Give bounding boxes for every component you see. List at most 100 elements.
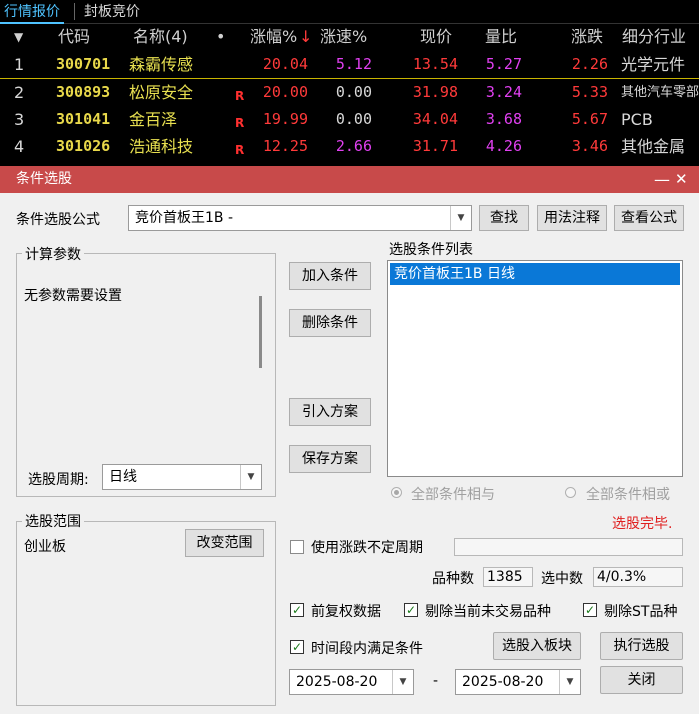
industry: 其他金属 (621, 137, 686, 156)
price: 34.04 (412, 110, 458, 128)
industry: 其他汽车零部 (621, 85, 699, 100)
formula-value: 竞价首板王1B - (135, 210, 234, 226)
period-value: 日线 (109, 469, 137, 485)
condition-list-label: 选股条件列表 (389, 242, 473, 258)
radio-or[interactable] (565, 487, 576, 498)
stock-name: 金百泽 (129, 110, 178, 129)
range-legend: 选股范围 (22, 511, 84, 531)
execute-screen-button[interactable]: 执行选股 (600, 632, 683, 660)
header-up-down[interactable]: 涨跌 (571, 24, 603, 50)
quote-row[interactable]: 3 301041 金百泽 R 19.99 0.00 34.04 3.68 5.6… (0, 106, 699, 133)
formula-label: 条件选股公式 (16, 212, 100, 228)
change-pct: 20.00 (262, 83, 308, 101)
header-dot: • (216, 27, 226, 46)
header-speed-pct[interactable]: 涨速% (320, 24, 367, 50)
exclude-st-label: 剔除ST品种 (604, 604, 678, 620)
add-condition-button[interactable]: 加入条件 (289, 262, 371, 290)
header-change-pct[interactable]: 涨幅% (250, 24, 297, 50)
status-text: 选股完毕. (612, 516, 673, 532)
save-to-block-button[interactable]: 选股入板块 (493, 632, 581, 660)
sort-menu-icon[interactable]: ▼ (14, 24, 23, 50)
exclude-untraded-checkbox[interactable]: ✓ (404, 603, 418, 617)
industry: PCB (621, 110, 653, 129)
market-tabs: 行情报价 封板竞价 (0, 0, 699, 24)
price: 31.71 (412, 137, 458, 155)
header-volume-ratio[interactable]: 量比 (485, 24, 517, 50)
speed-pct: 0.00 (335, 110, 372, 128)
range-value: 创业板 (24, 539, 66, 555)
selected-value: 4/0.3% (593, 567, 683, 587)
sort-desc-icon: ↓ (299, 27, 313, 46)
header-price[interactable]: 现价 (420, 24, 452, 50)
tab-market-quotes[interactable]: 行情报价 (0, 2, 64, 24)
tab-limit-auction[interactable]: 封板竞价 (80, 2, 144, 22)
volume-ratio: 3.24 (485, 83, 522, 101)
uncertain-period-checkbox[interactable] (290, 540, 304, 554)
change-range-button[interactable]: 改变范围 (185, 529, 264, 557)
uncertain-period-input[interactable] (454, 538, 683, 556)
time-range-checkbox[interactable]: ✓ (290, 640, 304, 654)
close-button[interactable]: 关闭 (600, 666, 683, 694)
period-label: 选股周期: (28, 472, 89, 488)
radio-and[interactable] (391, 487, 402, 498)
stock-code: 301041 (56, 110, 111, 128)
list-item[interactable]: 竞价首板王1B 日线 (390, 263, 680, 285)
uncertain-period-label: 使用涨跌不定周期 (311, 540, 423, 556)
save-scheme-button[interactable]: 保存方案 (289, 445, 371, 473)
minimize-icon[interactable]: — (654, 166, 670, 193)
stock-name: 森霸传感 (129, 55, 194, 74)
selected-label: 选中数 (541, 571, 583, 587)
import-scheme-button[interactable]: 引入方案 (289, 398, 371, 426)
price: 13.54 (412, 55, 458, 73)
change-pct: 12.25 (262, 137, 308, 155)
view-formula-button[interactable]: 查看公式 (614, 205, 684, 231)
pre-adjust-checkbox[interactable]: ✓ (290, 603, 304, 617)
change-pct: 19.99 (262, 110, 308, 128)
condition-list[interactable]: 竞价首板王1B 日线 (387, 260, 683, 477)
condition-screener-dialog: 条件选股 — ✕ 条件选股公式 竞价首板王1B - ▼ 查找 用法注释 查看公式… (0, 166, 699, 714)
chevron-down-icon[interactable]: ▼ (240, 465, 261, 489)
formula-select[interactable]: 竞价首板王1B - ▼ (128, 205, 472, 231)
industry: 光学元件 (621, 55, 686, 74)
change-pct: 20.04 (262, 55, 308, 73)
dialog-title: 条件选股 (16, 171, 72, 187)
stock-code: 300893 (56, 83, 111, 101)
header-code[interactable]: 代码 (58, 24, 90, 50)
chevron-down-icon[interactable]: ▼ (559, 670, 580, 694)
header-industry[interactable]: 细分行业 (622, 24, 686, 50)
chevron-down-icon[interactable]: ▼ (392, 670, 413, 694)
params-scrollbar[interactable] (259, 296, 262, 368)
row-index: 1 (14, 55, 25, 74)
volume-ratio: 4.26 (485, 137, 522, 155)
speed-pct: 5.12 (335, 55, 372, 73)
price: 31.98 (412, 83, 458, 101)
params-text: 无参数需要设置 (24, 288, 122, 304)
quote-row[interactable]: 4 301026 浩通科技 R 12.25 2.66 31.71 4.26 3.… (0, 133, 699, 160)
date-to-picker[interactable]: 2025-08-20 ▼ (455, 669, 581, 695)
speed-pct: 2.66 (335, 137, 372, 155)
close-icon[interactable]: ✕ (675, 166, 688, 193)
stock-code: 300701 (56, 55, 111, 73)
date-separator: - (433, 673, 439, 689)
exclude-st-checkbox[interactable]: ✓ (583, 603, 597, 617)
margin-flag: R (235, 143, 245, 157)
quote-row[interactable]: 2 300893 松原安全 R 20.00 0.00 31.98 3.24 5.… (0, 79, 699, 106)
row-index: 3 (14, 110, 25, 129)
usage-notes-button[interactable]: 用法注释 (537, 205, 607, 231)
pre-adjust-label: 前复权数据 (311, 604, 381, 620)
row-index: 4 (14, 137, 25, 156)
time-range-label: 时间段内满足条件 (311, 641, 423, 657)
up-down: 5.67 (571, 110, 608, 128)
count-value: 1385 (483, 567, 533, 587)
find-button[interactable]: 查找 (479, 205, 529, 231)
period-select[interactable]: 日线 ▼ (102, 464, 262, 490)
header-name[interactable]: 名称(4) (133, 24, 188, 50)
up-down: 3.46 (571, 137, 608, 155)
chevron-down-icon[interactable]: ▼ (450, 206, 471, 230)
delete-condition-button[interactable]: 删除条件 (289, 309, 371, 337)
quote-row[interactable]: 1 300701 森霸传感 20.04 5.12 13.54 5.27 2.26… (0, 51, 699, 79)
date-from-picker[interactable]: 2025-08-20 ▼ (289, 669, 414, 695)
row-index: 2 (14, 83, 25, 102)
dialog-titlebar[interactable]: 条件选股 — ✕ (0, 166, 699, 193)
params-legend: 计算参数 (22, 244, 84, 264)
